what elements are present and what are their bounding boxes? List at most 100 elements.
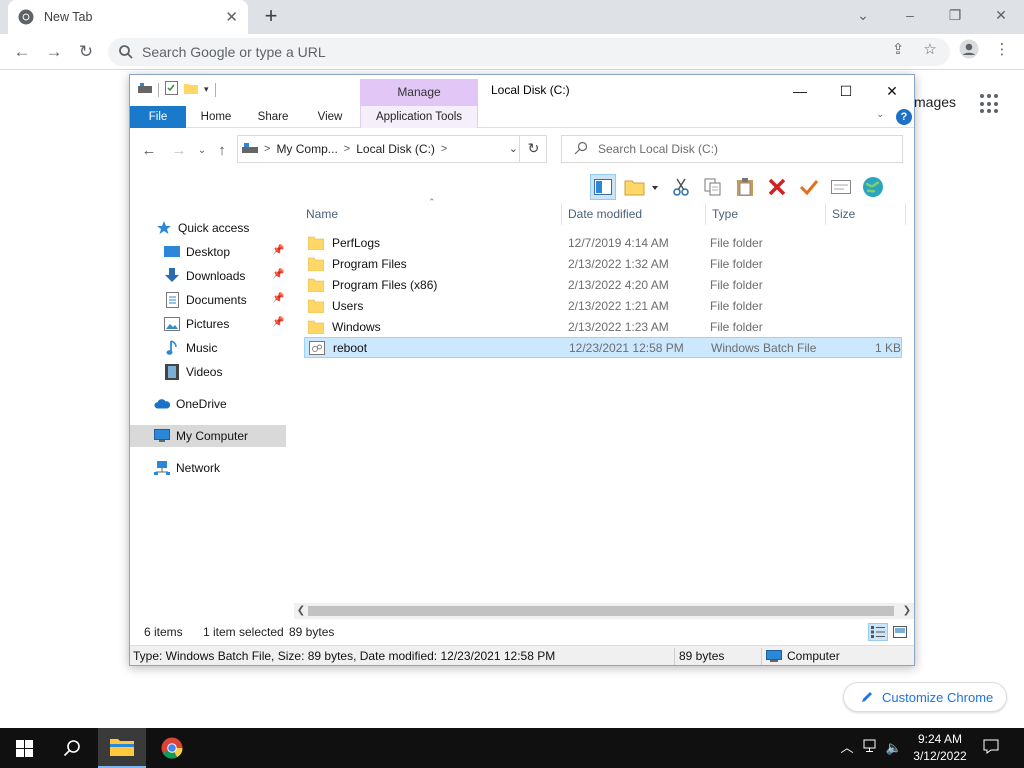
- breadcrumb-my-computer[interactable]: My Comp...: [276, 142, 337, 156]
- details-view-icon[interactable]: [868, 623, 888, 641]
- taskbar-search-icon[interactable]: [48, 728, 96, 768]
- nav-desktop[interactable]: Desktop: [164, 241, 230, 263]
- new-tab-button[interactable]: +: [258, 4, 284, 30]
- network-tray-icon[interactable]: [862, 739, 880, 757]
- share-icon[interactable]: ⇪: [888, 40, 908, 60]
- up-level-icon[interactable]: ↑: [212, 141, 232, 161]
- breadcrumb-local-disk[interactable]: Local Disk (C:): [356, 142, 435, 156]
- chrome-menu-icon[interactable]: ⋮: [992, 40, 1012, 60]
- preview-pane-icon[interactable]: [590, 174, 616, 200]
- tab-search-icon[interactable]: ⌄: [849, 4, 877, 26]
- column-header-date[interactable]: Date modified: [562, 203, 706, 225]
- copy-icon[interactable]: [700, 174, 726, 200]
- nav-network[interactable]: Network: [154, 457, 220, 479]
- system-clock[interactable]: 9:24 AM 3/12/2022: [908, 731, 972, 765]
- volume-icon[interactable]: 🔈: [885, 739, 903, 757]
- pin-icon[interactable]: 📌: [272, 317, 284, 328]
- address-bar[interactable]: > My Comp... > Local Disk (C:) > ⌄ ↻: [237, 135, 547, 163]
- nav-documents[interactable]: Documents: [164, 289, 247, 311]
- explorer-forward-icon[interactable]: →: [169, 141, 189, 161]
- minimize-icon[interactable]: –: [896, 4, 924, 26]
- nav-quick-access[interactable]: Quick access: [156, 217, 249, 239]
- table-row[interactable]: PerfLogs 12/7/2019 4:14 AM File folder: [304, 232, 902, 253]
- rename-check-icon[interactable]: [796, 174, 822, 200]
- pin-icon[interactable]: 📌: [272, 245, 284, 256]
- profile-avatar-icon[interactable]: [959, 39, 979, 59]
- back-icon[interactable]: ←: [10, 40, 34, 64]
- nav-onedrive[interactable]: OneDrive: [154, 393, 227, 415]
- ribbon-tabs: File Home Share View Application Tools ⌄: [130, 106, 914, 128]
- reload-icon[interactable]: ↻: [74, 40, 98, 64]
- delete-icon[interactable]: [764, 174, 790, 200]
- refresh-icon[interactable]: ↻: [519, 135, 547, 163]
- pencil-icon: [860, 690, 874, 704]
- nav-downloads[interactable]: Downloads: [164, 265, 245, 287]
- google-apps-icon[interactable]: [980, 94, 1000, 114]
- horizontal-scrollbar[interactable]: ❮ ❯: [294, 603, 914, 619]
- scroll-left-icon[interactable]: ❮: [294, 603, 308, 619]
- explorer-back-icon[interactable]: ←: [139, 141, 159, 161]
- tab-application-tools[interactable]: Application Tools: [360, 106, 478, 128]
- close-window-icon[interactable]: ✕: [987, 4, 1015, 26]
- desktop-icon: [164, 244, 180, 260]
- chrome-taskbar-icon[interactable]: [148, 728, 196, 768]
- paste-icon[interactable]: [732, 174, 758, 200]
- column-header-type[interactable]: Type: [706, 203, 826, 225]
- omnibox[interactable]: [108, 38, 950, 66]
- table-row-selected[interactable]: reboot 12/23/2021 12:58 PM Windows Batch…: [304, 337, 902, 358]
- tab-new-tab[interactable]: New Tab ✕: [8, 0, 248, 34]
- notifications-icon[interactable]: [982, 739, 1000, 757]
- explorer-minimize-icon[interactable]: —: [780, 79, 820, 103]
- scroll-right-icon[interactable]: ❯: [900, 603, 914, 619]
- details-info: Type: Windows Batch File, Size: 89 bytes…: [133, 649, 556, 663]
- new-folder-dropdown-icon[interactable]: [622, 174, 662, 200]
- address-dropdown-icon[interactable]: ⌄: [509, 142, 518, 155]
- properties-card-icon[interactable]: [828, 174, 854, 200]
- file-type: Windows Batch File: [711, 340, 817, 355]
- explorer-maximize-icon[interactable]: ☐: [826, 79, 866, 103]
- explorer-search-box[interactable]: [561, 135, 903, 163]
- ribbon-expand-icon[interactable]: ⌄: [876, 109, 884, 120]
- customize-chrome-button[interactable]: Customize Chrome: [843, 682, 1007, 712]
- tray-overflow-icon[interactable]: ︿: [838, 739, 856, 757]
- properties-icon[interactable]: [165, 81, 178, 98]
- explorer-search-input[interactable]: [598, 142, 878, 156]
- scrollbar-thumb[interactable]: [308, 606, 894, 616]
- manage-context-tab[interactable]: Manage: [360, 79, 478, 106]
- ntp-images-link[interactable]: mages: [914, 94, 956, 110]
- column-header-name[interactable]: Name: [300, 203, 562, 225]
- qat-dropdown-icon[interactable]: ▾: [204, 84, 209, 95]
- pin-icon[interactable]: 📌: [272, 293, 284, 304]
- file-name: PerfLogs: [332, 235, 381, 250]
- nav-videos[interactable]: Videos: [164, 361, 222, 383]
- globe-icon[interactable]: [860, 174, 886, 200]
- help-icon[interactable]: ?: [896, 109, 912, 125]
- nav-pictures[interactable]: Pictures: [164, 313, 229, 335]
- file-explorer-taskbar-icon[interactable]: [98, 728, 146, 768]
- table-row[interactable]: Program Files 2/13/2022 1:32 AM File fol…: [304, 253, 902, 274]
- recent-locations-icon[interactable]: ⌄: [192, 141, 212, 161]
- restore-icon[interactable]: ❐: [941, 4, 969, 26]
- table-row[interactable]: Program Files (x86) 2/13/2022 4:20 AM Fi…: [304, 274, 902, 295]
- omnibox-input[interactable]: [142, 44, 862, 60]
- cut-icon[interactable]: [668, 174, 694, 200]
- explorer-close-icon[interactable]: ✕: [872, 79, 912, 103]
- pin-icon[interactable]: 📌: [272, 269, 284, 280]
- nav-music[interactable]: Music: [164, 337, 217, 359]
- nav-my-computer[interactable]: My Computer: [130, 425, 286, 447]
- tab-view[interactable]: View: [308, 106, 352, 128]
- windows-start-icon[interactable]: [0, 728, 48, 768]
- table-row[interactable]: Windows 2/13/2022 1:23 AM File folder: [304, 316, 902, 337]
- bookmark-star-icon[interactable]: ☆: [920, 40, 940, 60]
- column-header-size[interactable]: Size: [826, 203, 906, 225]
- new-folder-icon[interactable]: [184, 82, 198, 97]
- status-row: 6 items 1 item selected 89 bytes: [130, 621, 914, 643]
- table-row[interactable]: Users 2/13/2022 1:21 AM File folder: [304, 295, 902, 316]
- forward-icon[interactable]: →: [42, 40, 66, 64]
- tab-share[interactable]: Share: [250, 106, 296, 128]
- close-tab-icon[interactable]: ✕: [225, 8, 238, 26]
- folder-icon: [308, 257, 324, 271]
- tab-file[interactable]: File: [130, 106, 186, 128]
- large-icons-view-icon[interactable]: [890, 623, 910, 641]
- tab-home[interactable]: Home: [194, 106, 238, 128]
